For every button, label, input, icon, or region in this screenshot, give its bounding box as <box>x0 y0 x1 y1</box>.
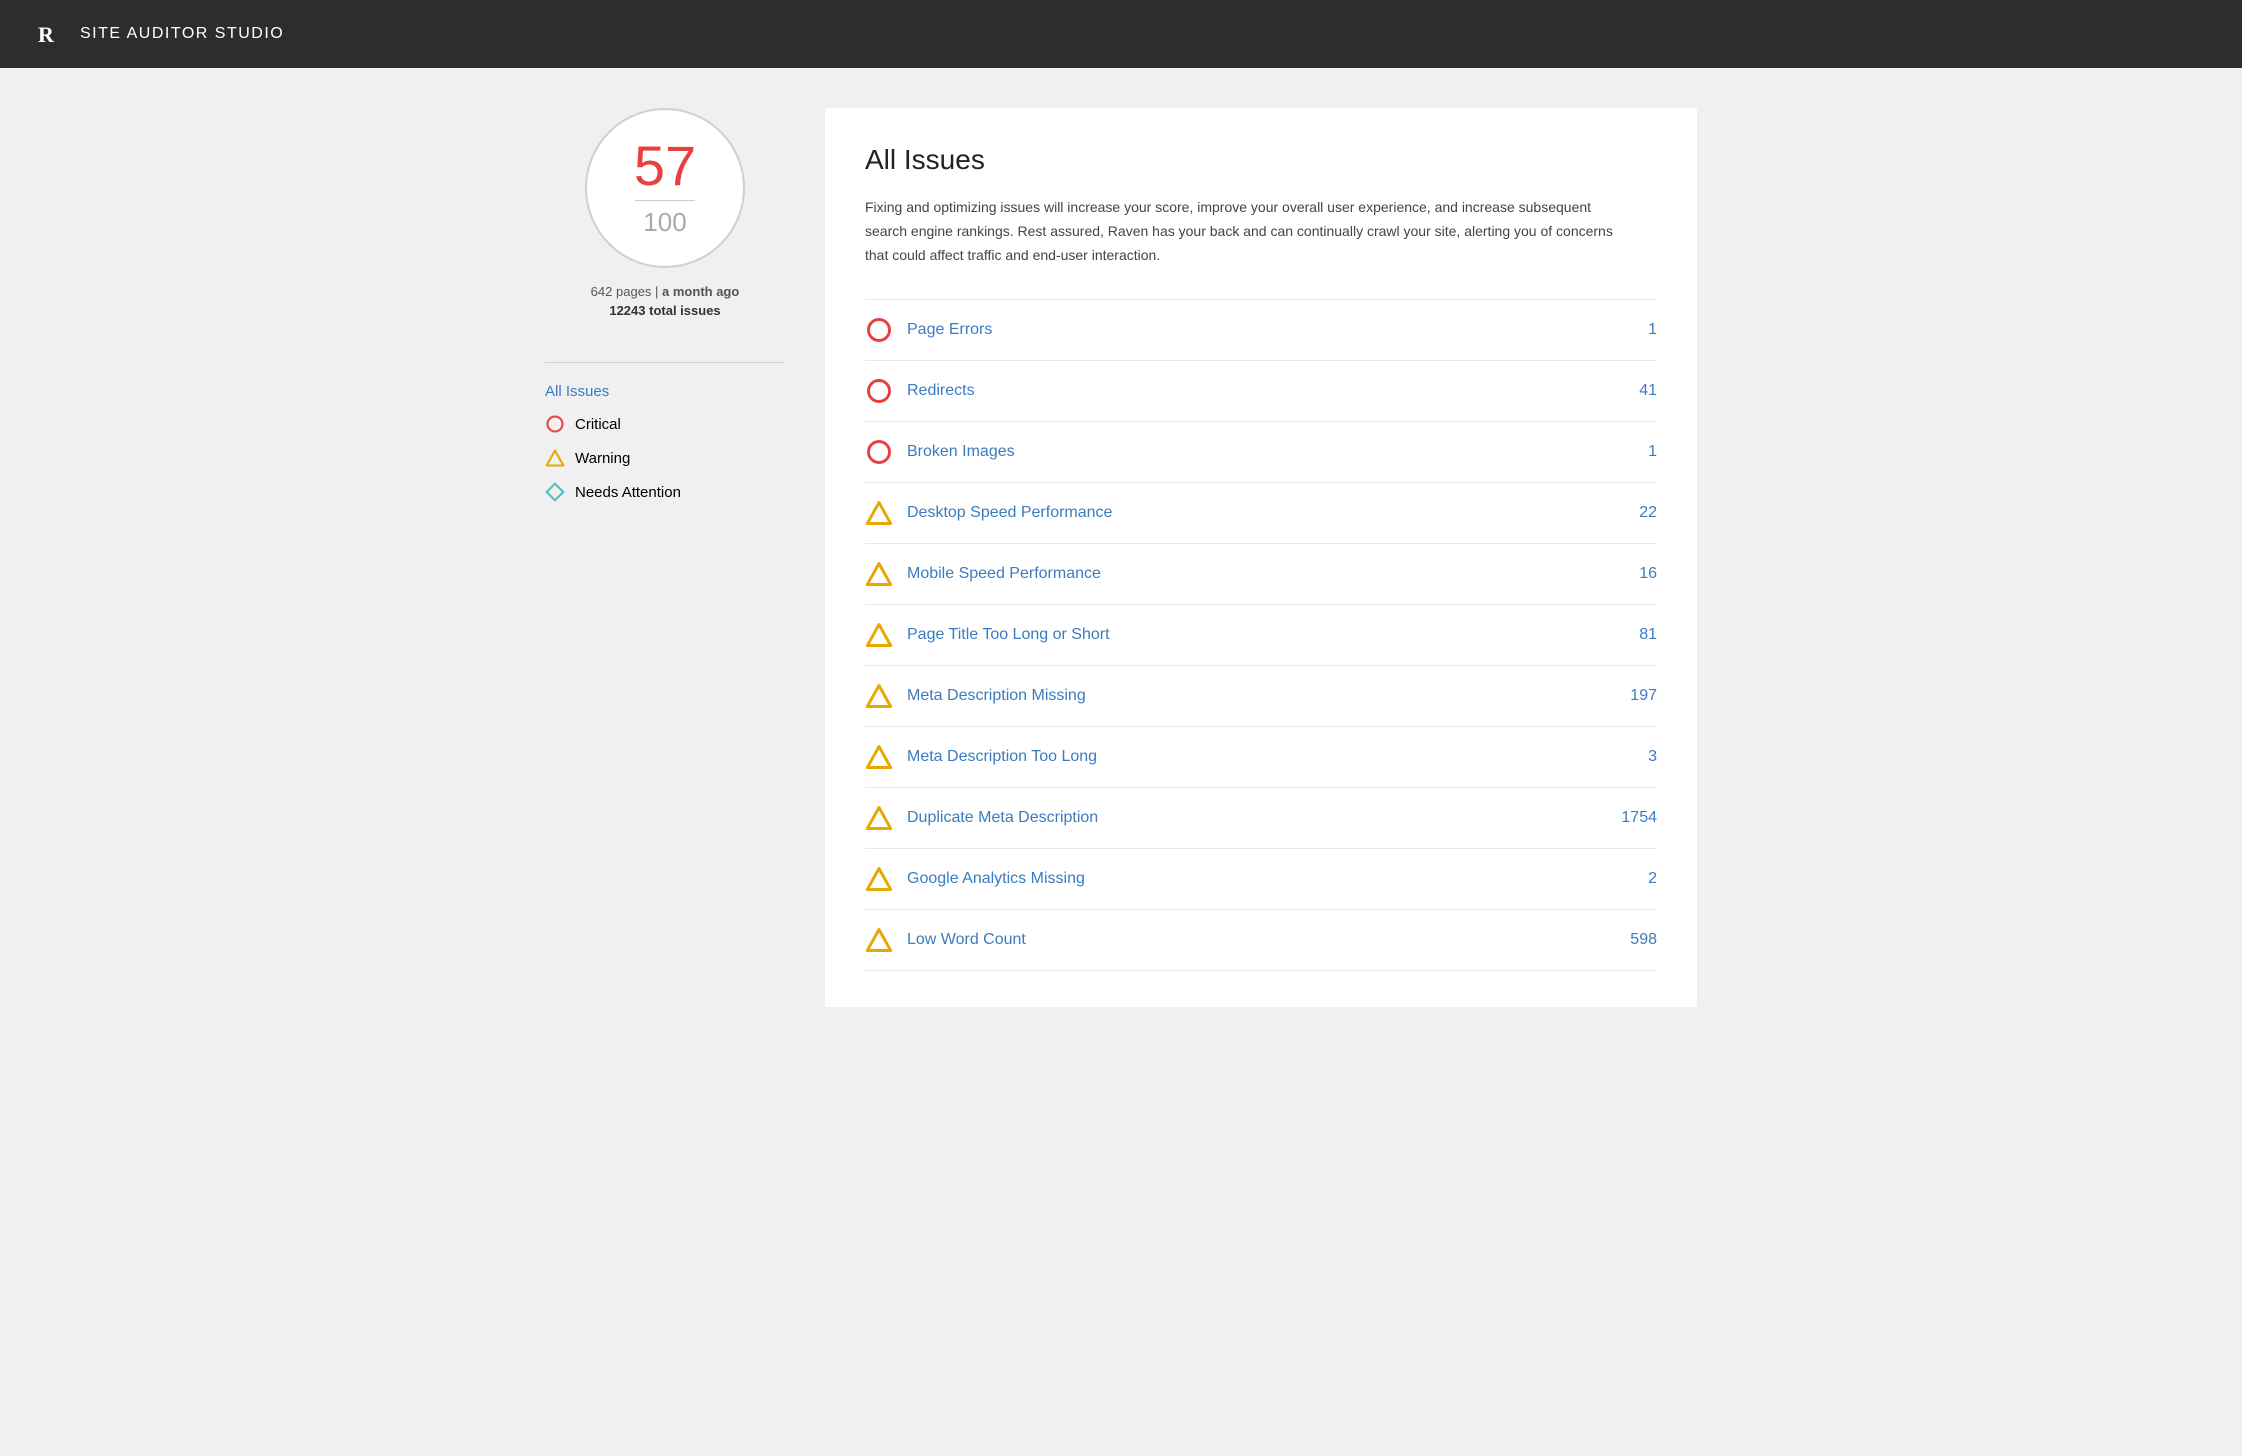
issue-item-meta-desc-missing[interactable]: Meta Description Missing 197 <box>865 666 1657 727</box>
app-header: R SITE AUDITOR STUDIO <box>0 0 2242 68</box>
issues-info: 12243 total issues <box>609 303 720 318</box>
raven-logo-icon: R <box>24 12 68 56</box>
issue-item-low-word-count[interactable]: Low Word Count 598 <box>865 910 1657 971</box>
issue-count-desktop-speed: 22 <box>1597 504 1657 522</box>
issue-item-google-analytics[interactable]: Google Analytics Missing 2 <box>865 849 1657 910</box>
issue-count-mobile-speed: 16 <box>1597 565 1657 583</box>
app-title: SITE AUDITOR STUDIO <box>80 25 284 43</box>
critical-issue-icon <box>865 438 893 466</box>
issue-label-meta-desc-long: Meta Description Too Long <box>907 748 1597 766</box>
issue-label-desktop-speed: Desktop Speed Performance <box>907 504 1597 522</box>
warning-issue-icon <box>865 621 893 649</box>
score-circle-container: 57 100 642 pages | a month ago 12243 tot… <box>545 108 785 342</box>
issue-item-page-title[interactable]: Page Title Too Long or Short 81 <box>865 605 1657 666</box>
issue-count-broken-images: 1 <box>1597 443 1657 461</box>
critical-issue-icon <box>865 377 893 405</box>
issue-label-mobile-speed: Mobile Speed Performance <box>907 565 1597 583</box>
attention-icon <box>545 482 565 502</box>
score-total: 100 <box>643 207 686 238</box>
issue-item-page-errors[interactable]: Page Errors 1 <box>865 299 1657 361</box>
sidebar-item-critical[interactable]: Critical <box>545 414 785 434</box>
warning-issue-icon <box>865 560 893 588</box>
issue-item-mobile-speed[interactable]: Mobile Speed Performance 16 <box>865 544 1657 605</box>
content-title: All Issues <box>865 144 1657 176</box>
warning-issue-icon <box>865 804 893 832</box>
svg-text:R: R <box>38 22 55 47</box>
all-issues-label: All Issues <box>545 383 609 400</box>
warning-issue-icon <box>865 926 893 954</box>
issue-item-broken-images[interactable]: Broken Images 1 <box>865 422 1657 483</box>
issue-item-redirects[interactable]: Redirects 41 <box>865 361 1657 422</box>
main-container: 57 100 642 pages | a month ago 12243 tot… <box>521 68 1721 1047</box>
warning-label: Warning <box>575 450 630 467</box>
sidebar-divider <box>545 362 785 363</box>
issue-count-low-word-count: 598 <box>1597 931 1657 949</box>
issue-label-low-word-count: Low Word Count <box>907 931 1597 949</box>
score-number: 57 <box>634 138 696 194</box>
issue-label-page-title: Page Title Too Long or Short <box>907 626 1597 644</box>
pages-separator: pages | <box>616 284 662 299</box>
logo-container: R SITE AUDITOR STUDIO <box>24 12 284 56</box>
issues-list: Page Errors 1 Redirects 41 Broken Images… <box>865 299 1657 971</box>
issue-count-page-errors: 1 <box>1597 321 1657 339</box>
issue-label-redirects: Redirects <box>907 382 1597 400</box>
issue-item-duplicate-meta[interactable]: Duplicate Meta Description 1754 <box>865 788 1657 849</box>
sidebar-item-needs-attention[interactable]: Needs Attention <box>545 482 785 502</box>
pages-count: 642 <box>591 284 613 299</box>
sidebar-item-all-issues[interactable]: All Issues <box>545 383 785 400</box>
issue-label-page-errors: Page Errors <box>907 321 1597 339</box>
content-description: Fixing and optimizing issues will increa… <box>865 196 1625 267</box>
sidebar-item-warning[interactable]: Warning <box>545 448 785 468</box>
warning-issue-icon <box>865 865 893 893</box>
warning-icon <box>545 448 565 468</box>
issue-label-google-analytics: Google Analytics Missing <box>907 870 1597 888</box>
content-area: All Issues Fixing and optimizing issues … <box>825 108 1697 1007</box>
issue-count-duplicate-meta: 1754 <box>1597 809 1657 827</box>
issue-count-redirects: 41 <box>1597 382 1657 400</box>
total-issues-label: total issues <box>649 303 721 318</box>
critical-issue-icon <box>865 316 893 344</box>
issue-count-google-analytics: 2 <box>1597 870 1657 888</box>
warning-issue-icon <box>865 682 893 710</box>
issue-count-meta-desc-long: 3 <box>1597 748 1657 766</box>
score-circle: 57 100 <box>585 108 745 268</box>
issue-item-desktop-speed[interactable]: Desktop Speed Performance 22 <box>865 483 1657 544</box>
nav-list: All Issues Critical Warning <box>545 383 785 502</box>
warning-issue-icon <box>865 743 893 771</box>
issue-count-page-title: 81 <box>1597 626 1657 644</box>
warning-issue-icon <box>865 499 893 527</box>
needs-attention-label: Needs Attention <box>575 484 681 501</box>
issue-label-broken-images: Broken Images <box>907 443 1597 461</box>
total-issues-count: 12243 <box>609 303 645 318</box>
critical-icon <box>545 414 565 434</box>
issue-item-meta-desc-long[interactable]: Meta Description Too Long 3 <box>865 727 1657 788</box>
score-divider <box>635 200 695 201</box>
critical-label: Critical <box>575 416 621 433</box>
issue-label-meta-desc-missing: Meta Description Missing <box>907 687 1597 705</box>
time-ago: a month ago <box>662 284 739 299</box>
sidebar: 57 100 642 pages | a month ago 12243 tot… <box>545 108 825 1007</box>
issue-count-meta-desc-missing: 197 <box>1597 687 1657 705</box>
issue-label-duplicate-meta: Duplicate Meta Description <box>907 809 1597 827</box>
pages-info: 642 pages | a month ago <box>591 284 740 299</box>
